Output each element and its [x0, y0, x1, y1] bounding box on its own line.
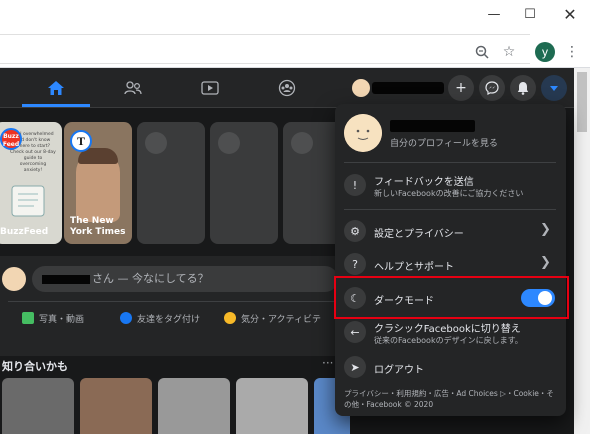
- minimize-icon[interactable]: —: [476, 0, 512, 28]
- redacted-name: [42, 274, 90, 284]
- account-menu-chevron-icon[interactable]: [541, 75, 567, 101]
- notifications-bell-icon[interactable]: [510, 75, 536, 101]
- action-label: 気分・アクティビテ: [241, 314, 322, 325]
- settings-gear-icon: ⚙: [344, 220, 366, 242]
- browser-menu-icon[interactable]: ⋮: [562, 42, 582, 62]
- chevron-right-icon: ❯: [540, 222, 551, 237]
- composer-input[interactable]: さん — 今なにしてる？: [32, 266, 338, 292]
- logout-door-icon: ➤: [344, 356, 366, 378]
- see-profile-link[interactable]: 自分のプロフィールを見る: [390, 136, 498, 149]
- settings-privacy-menu-item[interactable]: 設定とプライバシー: [374, 225, 464, 240]
- scrollbar-thumb[interactable]: [577, 72, 587, 132]
- arrow-left-icon: ←: [344, 321, 366, 343]
- redacted-profile-name[interactable]: [390, 120, 475, 132]
- home-tab-indicator: [22, 104, 90, 107]
- section-title: 知り合いかも: [2, 360, 68, 373]
- tag-people-icon: [120, 312, 132, 324]
- photo-video-button[interactable]: 写真・動画: [22, 309, 84, 327]
- composer-avatar: [2, 267, 26, 291]
- browser-profile-avatar[interactable]: y: [535, 42, 555, 62]
- messenger-icon[interactable]: [479, 75, 505, 101]
- story-card-nytimes[interactable]: T The New York Times: [64, 122, 132, 244]
- tablet-illustration: [11, 185, 45, 217]
- action-label: 写真・動画: [39, 314, 85, 325]
- feedback-description: 新しいFacebookの改善にご協力ください: [374, 189, 524, 198]
- groups-icon[interactable]: [276, 78, 298, 98]
- composer-divider: [8, 301, 338, 302]
- address-bar[interactable]: [0, 34, 530, 64]
- watch-icon[interactable]: [199, 78, 221, 98]
- classic-facebook-menu-item[interactable]: クラシックFacebookに切り替え: [374, 320, 521, 335]
- zoom-icon[interactable]: [472, 42, 492, 62]
- tag-friends-button[interactable]: 友達をタグ付け: [120, 309, 200, 327]
- redacted-name: [372, 82, 444, 94]
- suggestion-photo[interactable]: [2, 378, 74, 434]
- feedback-menu-item[interactable]: フィードバックを送信: [374, 173, 474, 188]
- suggestion-photo[interactable]: [80, 378, 152, 434]
- annotation-highlight-box: [334, 276, 569, 319]
- menu-footer-links[interactable]: プライバシー・利用規約・広告・Ad Choices ▷・Cookie・その他・F…: [344, 388, 559, 410]
- story-name: BuzzFeed: [0, 227, 49, 237]
- photo-icon: [22, 312, 34, 324]
- story-card-placeholder: [210, 122, 278, 244]
- friends-icon[interactable]: [122, 78, 144, 98]
- chevron-right-icon: ❯: [540, 255, 551, 270]
- feeling-activity-button[interactable]: 気分・アクティビテ: [224, 309, 321, 327]
- buzzfeed-avatar: Buzz Feed: [0, 128, 22, 150]
- menu-divider: [344, 209, 556, 210]
- suggestion-photo[interactable]: [158, 378, 230, 434]
- nytimes-avatar: T: [70, 130, 92, 152]
- create-plus-icon[interactable]: +: [448, 75, 474, 101]
- logout-menu-item[interactable]: ログアウト: [374, 361, 424, 376]
- suggestion-photo[interactable]: [236, 378, 308, 434]
- story-card-buzzfeed[interactable]: Feel overwhelmed and don't know where to…: [0, 122, 62, 244]
- smiley-icon: [224, 312, 236, 324]
- help-support-menu-item[interactable]: ヘルプとサポート: [374, 258, 454, 273]
- classic-facebook-description: 従来のFacebookのデザインに戻します。: [374, 336, 523, 345]
- menu-profile-avatar[interactable]: [344, 114, 382, 152]
- maximize-icon[interactable]: ☐: [512, 0, 548, 28]
- story-card-placeholder: [137, 122, 205, 244]
- composer-placeholder: さん — 今なにしてる？: [92, 272, 209, 285]
- close-icon[interactable]: ✕: [552, 0, 588, 28]
- help-question-icon: ?: [344, 253, 366, 275]
- profile-avatar[interactable]: [352, 79, 370, 97]
- home-icon[interactable]: [45, 78, 67, 98]
- menu-divider: [344, 162, 556, 163]
- bookmark-star-icon[interactable]: ☆: [499, 42, 519, 62]
- more-options-icon[interactable]: ···: [322, 356, 333, 370]
- action-label: 友達をタグ付け: [137, 314, 201, 325]
- feedback-icon: !: [344, 174, 366, 196]
- story-name: The New York Times: [70, 216, 126, 237]
